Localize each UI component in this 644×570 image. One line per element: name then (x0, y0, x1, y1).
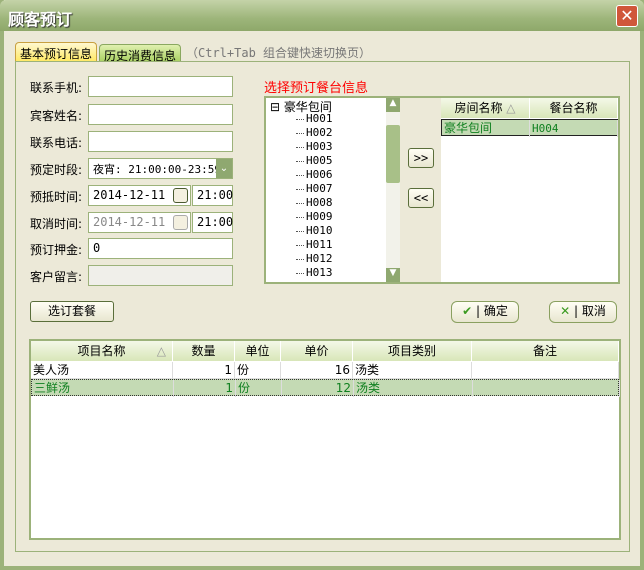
cell-note (472, 362, 619, 379)
header-label: 项目名称 (77, 344, 126, 358)
calendar-checkbox[interactable] (173, 215, 188, 230)
tree-item[interactable]: H013 (266, 266, 386, 280)
tree-item[interactable]: H007 (266, 182, 386, 196)
cell-price: 16 (281, 362, 353, 379)
cell-unit: 份 (235, 362, 281, 379)
selected-tables-grid: 房间名称 △ 餐台名称 豪华包间 H004 (441, 98, 618, 282)
guest-name-input[interactable] (88, 104, 233, 125)
ok-button[interactable]: ✔ | 确定 (451, 301, 519, 323)
close-button[interactable]: ✕ (616, 5, 638, 27)
cell-table: H004 (530, 120, 618, 137)
items-grid: 项目名称 △ 数量 单位 单价 项目类别 备注 美人汤 1 份 16 汤类 三鲜汤… (29, 339, 621, 540)
cell-name: 美人汤 (31, 362, 173, 379)
cancel-label: 取消 (581, 304, 606, 318)
table-row-selected[interactable]: 三鲜汤 1 份 12 汤类 (31, 379, 620, 397)
cell-category: 汤类 (353, 362, 472, 379)
mobile-input[interactable] (88, 76, 233, 97)
cell-qty: 1 (174, 380, 236, 397)
column-header-room[interactable]: 房间名称 △ (441, 98, 530, 118)
cell-room: 豪华包间 (442, 120, 530, 137)
message-input[interactable] (88, 265, 233, 286)
cell-note (473, 380, 620, 397)
column-header-price[interactable]: 单价 (281, 341, 353, 361)
cancel-time-input[interactable]: 21:00 (192, 212, 233, 233)
sort-icon: △ (506, 101, 516, 115)
column-header-note[interactable]: 备注 (472, 341, 619, 361)
phone-input[interactable] (88, 131, 233, 152)
tree-item[interactable]: H012 (266, 252, 386, 266)
column-header-name[interactable]: 项目名称 △ (31, 341, 173, 361)
x-icon: ✕ (560, 304, 571, 318)
arrive-time-input[interactable]: 21:00 (192, 185, 233, 206)
message-label: 客户留言: (30, 270, 83, 284)
tree-item[interactable]: H009 (266, 210, 386, 224)
period-select[interactable]: 夜宵: 21:00:00-23:59 (88, 158, 233, 179)
cancel-time-label: 取消时间: (30, 217, 83, 231)
window-title: 顾客预订 (8, 10, 73, 29)
tree-item[interactable]: H010 (266, 224, 386, 238)
deposit-label: 预订押金: (30, 243, 83, 257)
scroll-thumb[interactable] (386, 125, 400, 183)
tree-item[interactable]: H003 (266, 140, 386, 154)
remove-table-button[interactable]: << (408, 188, 434, 208)
table-select-title: 选择预订餐台信息 (264, 81, 369, 96)
tree-item[interactable]: H011 (266, 238, 386, 252)
tree-item[interactable]: H002 (266, 126, 386, 140)
calendar-checkbox[interactable] (173, 188, 188, 203)
title-bar: 顾客预订 ✕ (0, 0, 644, 31)
tree-item[interactable]: H001 (266, 112, 386, 126)
column-header-category[interactable]: 项目类别 (353, 341, 472, 361)
period-label: 预定时段: (30, 163, 83, 177)
scroll-down-icon[interactable]: ▼ (386, 268, 400, 282)
tree-item[interactable]: H008 (266, 196, 386, 210)
table-row[interactable]: 豪华包间 H004 (441, 119, 618, 137)
guest-name-label: 宾客姓名: (30, 109, 83, 123)
phone-label: 联系电话: (30, 136, 83, 150)
deposit-input[interactable]: 0 (88, 238, 233, 259)
tab-basic-info[interactable]: 基本预订信息 (15, 42, 98, 62)
cell-qty: 1 (173, 362, 235, 379)
arrive-label: 预抵时间: (30, 190, 83, 204)
scroll-up-icon[interactable]: ▲ (386, 98, 400, 112)
column-header-qty[interactable]: 数量 (173, 341, 235, 361)
header-label: 房间名称 (454, 101, 503, 115)
tree-root[interactable]: ⊟ 豪华包间 (266, 98, 386, 114)
tree-item[interactable]: H006 (266, 168, 386, 182)
cell-price: 12 (282, 380, 354, 397)
chevron-down-icon[interactable]: ⌄ (216, 159, 232, 178)
column-header-table[interactable]: 餐台名称 (530, 98, 618, 118)
select-package-button[interactable]: 选订套餐 (30, 301, 114, 322)
room-tree[interactable]: ⊟ 豪华包间 H001 H002 H003 H005 H006 H007 H00… (266, 98, 386, 282)
add-table-button[interactable]: >> (408, 148, 434, 168)
tree-item[interactable]: H005 (266, 154, 386, 168)
tab-history[interactable]: 历史消费信息 (99, 44, 182, 63)
ok-label: 确定 (483, 304, 508, 318)
cancel-button[interactable]: ✕ | 取消 (549, 301, 617, 323)
tab-hint: （Ctrl+Tab 组合键快速切换页） (186, 46, 372, 60)
check-icon: ✔ (462, 304, 473, 318)
table-row[interactable]: 美人汤 1 份 16 汤类 (31, 362, 619, 379)
period-value: 夜宵: 21:00:00-23:59 (93, 163, 221, 176)
cell-unit: 份 (236, 380, 282, 397)
cell-name: 三鲜汤 (32, 380, 174, 397)
column-header-unit[interactable]: 单位 (235, 341, 281, 361)
tree-scrollbar[interactable]: ▲ ▼ (386, 98, 400, 282)
cell-category: 汤类 (354, 380, 473, 397)
sort-icon: △ (156, 344, 166, 358)
mobile-label: 联系手机: (30, 81, 83, 95)
